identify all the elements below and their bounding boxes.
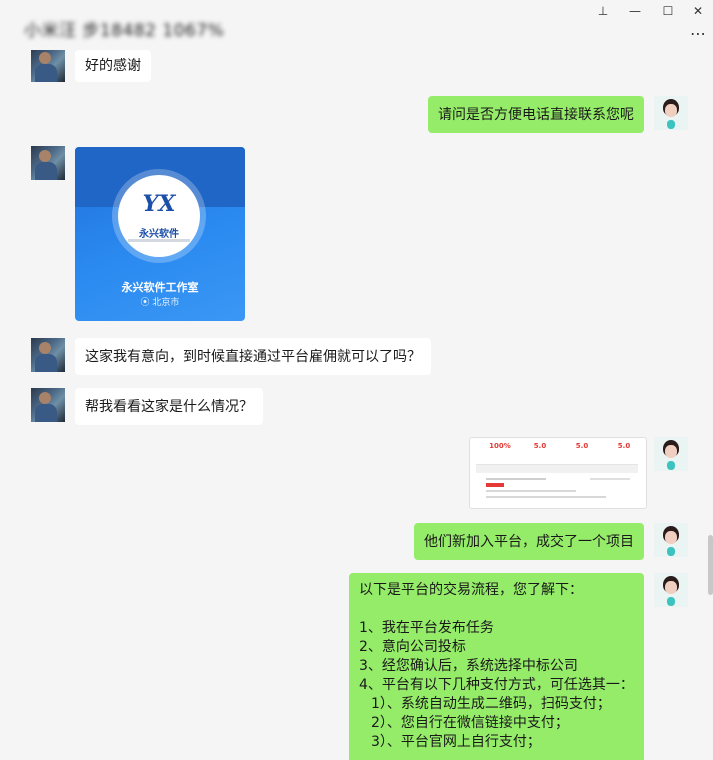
screenshot-text-line [590, 478, 630, 480]
logo-text: 永兴软件 [139, 229, 179, 240]
more-options-icon[interactable]: ⋯ [690, 24, 706, 43]
logo-mark: YX [142, 191, 176, 217]
stat-block: 5.0 [564, 442, 600, 454]
message-line: 以下是平台的交易流程，您了解下： [359, 582, 583, 598]
my-avatar[interactable] [654, 437, 688, 471]
message-list[interactable]: 好的感谢 请问是否方便电话直接联系您呢 YX 永兴软件 永兴软件工作室 ⦿ 北京… [0, 50, 705, 760]
stat-value: 5.0 [533, 442, 547, 450]
location-pin-icon: ⦿ [140, 298, 153, 308]
close-button[interactable]: ✕ [683, 2, 713, 20]
stat-value: 100% [489, 442, 511, 450]
title-bar: 小米汪 步18482 1067% ⊥ — ☐ ✕ ⋯ [0, 0, 713, 50]
message-line: 1、我在平台发布任务 [359, 620, 494, 636]
pin-icon[interactable]: ⊥ [588, 2, 618, 20]
business-card[interactable]: YX 永兴软件 永兴软件工作室 ⦿ 北京市 [75, 147, 245, 321]
message-bubble[interactable]: 这家我有意向，到时候直接通过平台雇佣就可以了吗？ [75, 338, 431, 375]
minimize-button[interactable]: — [620, 2, 650, 20]
contact-avatar[interactable] [31, 50, 65, 82]
message-bubble[interactable]: 帮我看看这家是什么情况？ [75, 388, 263, 425]
maximize-button[interactable]: ☐ [653, 2, 683, 20]
screenshot-text-line [486, 496, 606, 498]
message-line: 3、经您确认后，系统选择中标公司 [359, 658, 578, 674]
card-company-name: 永兴软件工作室 [121, 281, 199, 294]
stat-block: 5.0 [606, 442, 642, 454]
stat-value: 5.0 [575, 442, 589, 450]
message-bubble[interactable]: 好的感谢 [75, 50, 151, 82]
my-avatar[interactable] [654, 523, 688, 557]
stat-block: 100% [482, 442, 518, 454]
card-location: ⦿ 北京市 [75, 295, 245, 308]
screenshot-tab-bar [476, 464, 638, 473]
scrollbar-thumb[interactable] [708, 535, 713, 595]
my-avatar[interactable] [654, 96, 688, 130]
stat-caption-line [606, 450, 642, 454]
screenshot-image[interactable]: 100% 5.0 5.0 5.0 [469, 437, 647, 509]
message-bubble[interactable]: 他们新加入平台，成交了一个项目 [414, 523, 644, 560]
contact-avatar[interactable] [31, 146, 65, 180]
contact-avatar[interactable] [31, 338, 65, 372]
stat-block: 5.0 [522, 442, 558, 454]
contact-avatar[interactable] [31, 388, 65, 422]
message-line: 4、平台有以下几种支付方式，可任选其一： [359, 677, 634, 693]
my-avatar[interactable] [654, 573, 688, 607]
logo-subtitle-line [128, 239, 190, 242]
message-line: 2、意向公司投标 [359, 639, 466, 655]
screenshot-badge [486, 483, 504, 487]
message-line: 1）、系统自动生成二维码，扫码支付； [371, 696, 611, 712]
stat-caption-line [482, 450, 518, 454]
screenshot-text-line [486, 490, 576, 492]
stat-caption-line [522, 450, 558, 454]
message-bubble[interactable]: 请问是否方便电话直接联系您呢 [428, 96, 644, 133]
scrollbar-track[interactable] [706, 50, 713, 760]
chat-title: 小米汪 步18482 1067% [24, 21, 225, 41]
card-location-text: 北京市 [152, 298, 180, 308]
stat-value: 5.0 [617, 442, 631, 450]
message-bubble-long[interactable]: 以下是平台的交易流程，您了解下： 1、我在平台发布任务 2、意向公司投标 3、经… [349, 573, 644, 760]
message-line: 2）、您自行在微信链接中支付； [371, 715, 569, 731]
stat-caption-line [564, 450, 600, 454]
screenshot-text-line [486, 478, 546, 480]
message-line [359, 600, 634, 619]
message-line: 3）、平台官网上自行支付； [371, 734, 541, 750]
company-logo: YX 永兴软件 [118, 175, 200, 257]
